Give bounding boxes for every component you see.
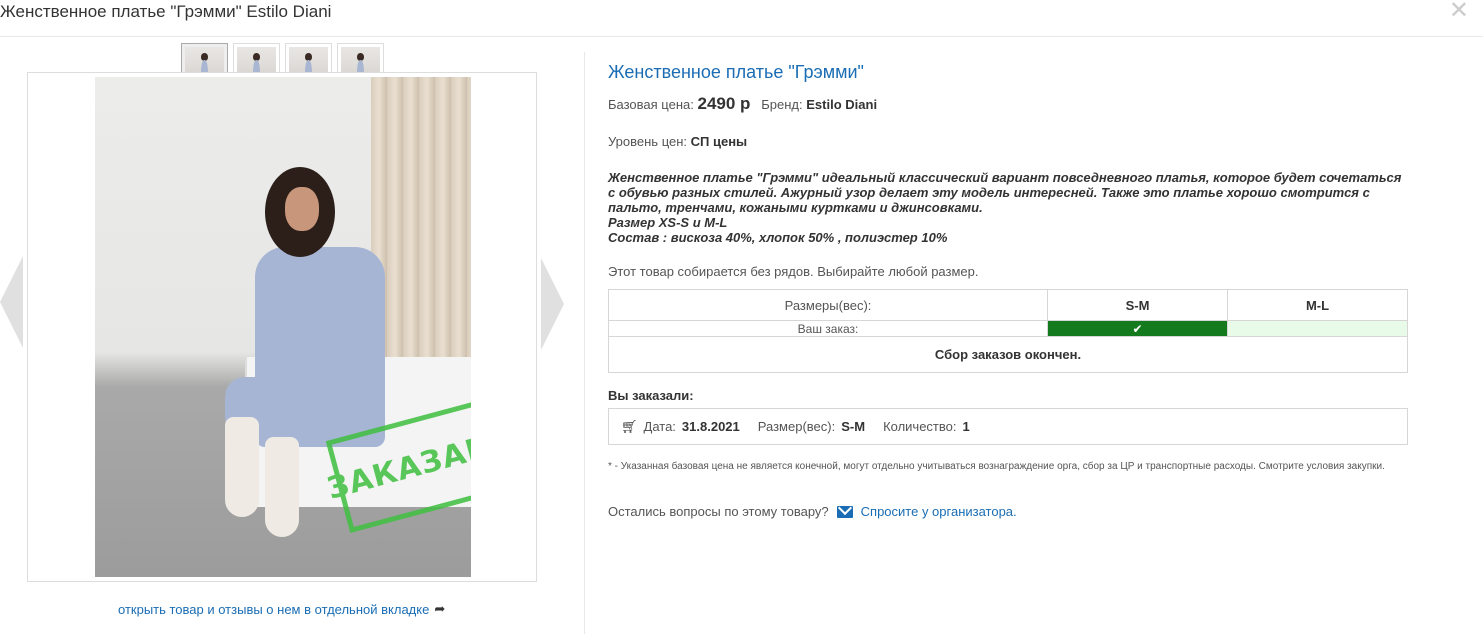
check-icon: ✔: [1132, 321, 1143, 336]
sizes-table: Размеры(вес): S-M M-L Ваш заказ: ✔ Сбор …: [608, 289, 1408, 373]
status-row: Сбор заказов окончен.: [608, 336, 1408, 373]
order-size: S-M: [841, 419, 866, 434]
your-order-row: Ваш заказ: ✔: [608, 320, 1408, 337]
price-row: Базовая цена: 2490 р Бренд: Estilo Diani: [608, 94, 877, 114]
brand-name: Estilo Diani: [806, 97, 878, 112]
photo-curtain: [371, 77, 471, 377]
order-summary: 🛒︎ Дата: 31.8.2021 Размер(вес): S-M Коли…: [608, 408, 1408, 445]
price-footnote: * - Указанная базовая цена не является к…: [608, 461, 1385, 472]
panel-divider: [584, 52, 585, 634]
base-price-label: Базовая цена:: [608, 97, 694, 112]
ask-question: Остались вопросы по этому товару?: [608, 504, 829, 519]
order-qty-label: Количество:: [883, 419, 957, 434]
sizes-header-row: Размеры(вес): S-M M-L: [608, 289, 1408, 321]
ask-organizer-row: Остались вопросы по этому товару? Спроси…: [608, 504, 1017, 519]
ask-organizer-link[interactable]: Спросите у организатора.: [861, 504, 1017, 519]
photo-boot: [225, 417, 259, 517]
order-date: 31.8.2021: [681, 419, 740, 434]
order-qty: 1: [962, 419, 970, 434]
price-level-row: Уровень цен: СП цены: [608, 134, 747, 149]
open-link-label: открыть товар и отзывы о нем в отдельной…: [118, 601, 430, 617]
product-description: Женственное платье "Грэмми" идеальный кл…: [608, 170, 1408, 245]
description-line: Размер XS-S и M-L: [608, 215, 728, 230]
next-image-arrow[interactable]: [541, 258, 564, 350]
description-line: Состав : вискоза 40%, хлопок 50% , полиэ…: [608, 230, 948, 245]
order-m-l-cell[interactable]: [1227, 320, 1408, 337]
size-m-l[interactable]: M-L: [1227, 289, 1408, 321]
brand-label: Бренд:: [761, 97, 803, 112]
open-in-new-tab-link[interactable]: открыть товар и отзывы о нем в отдельной…: [118, 601, 445, 617]
envelope-icon[interactable]: [836, 505, 853, 518]
price-level-value: СП цены: [690, 134, 748, 149]
base-price: 2490 р: [697, 94, 751, 113]
description-line: с обувью разных стилей. Ажурный узор дел…: [608, 185, 1370, 200]
size-s-m[interactable]: S-M: [1047, 289, 1228, 321]
price-level-label: Уровень цен:: [608, 134, 688, 149]
product-photo[interactable]: ЗАКАЗАНО: [95, 77, 471, 577]
modal-header: Женственное платье "Грэмми" Estilo Diani…: [0, 0, 1483, 37]
order-size-label: Размер(вес):: [757, 419, 836, 434]
close-icon[interactable]: ✕: [1449, 0, 1469, 24]
product-title: Женственное платье "Грэмми": [608, 62, 864, 82]
gallery-panel: ЗАКАЗАНО открыть товар и отзывы о нем в …: [0, 38, 584, 634]
modal-title: Женственное платье "Грэмми" Estilo Diani: [0, 2, 332, 21]
size-note: Этот товар собирается без рядов. Выбирай…: [608, 264, 979, 279]
order-date-label: Дата:: [643, 419, 676, 434]
order-s-m-cell[interactable]: ✔: [1047, 320, 1228, 337]
share-arrow-icon: ➦: [434, 601, 446, 616]
photo-face: [285, 187, 319, 231]
cart-icon: 🛒︎: [621, 418, 638, 434]
description-line: Женственное платье "Грэмми" идеальный кл…: [608, 170, 1402, 185]
ordered-heading: Вы заказали:: [608, 388, 694, 403]
photo-boot: [265, 437, 299, 537]
main-image-frame: ЗАКАЗАНО: [27, 72, 537, 582]
prev-image-arrow[interactable]: [0, 256, 23, 348]
sizes-label: Размеры(вес):: [608, 289, 1048, 321]
description-line: пальто, тренчами, кожаными куртками и дж…: [608, 200, 983, 215]
your-order-label: Ваш заказ:: [608, 320, 1048, 337]
stamp-text: ЗАКАЗАНО: [323, 422, 471, 507]
order-status: Сбор заказов окончен.: [608, 336, 1408, 373]
